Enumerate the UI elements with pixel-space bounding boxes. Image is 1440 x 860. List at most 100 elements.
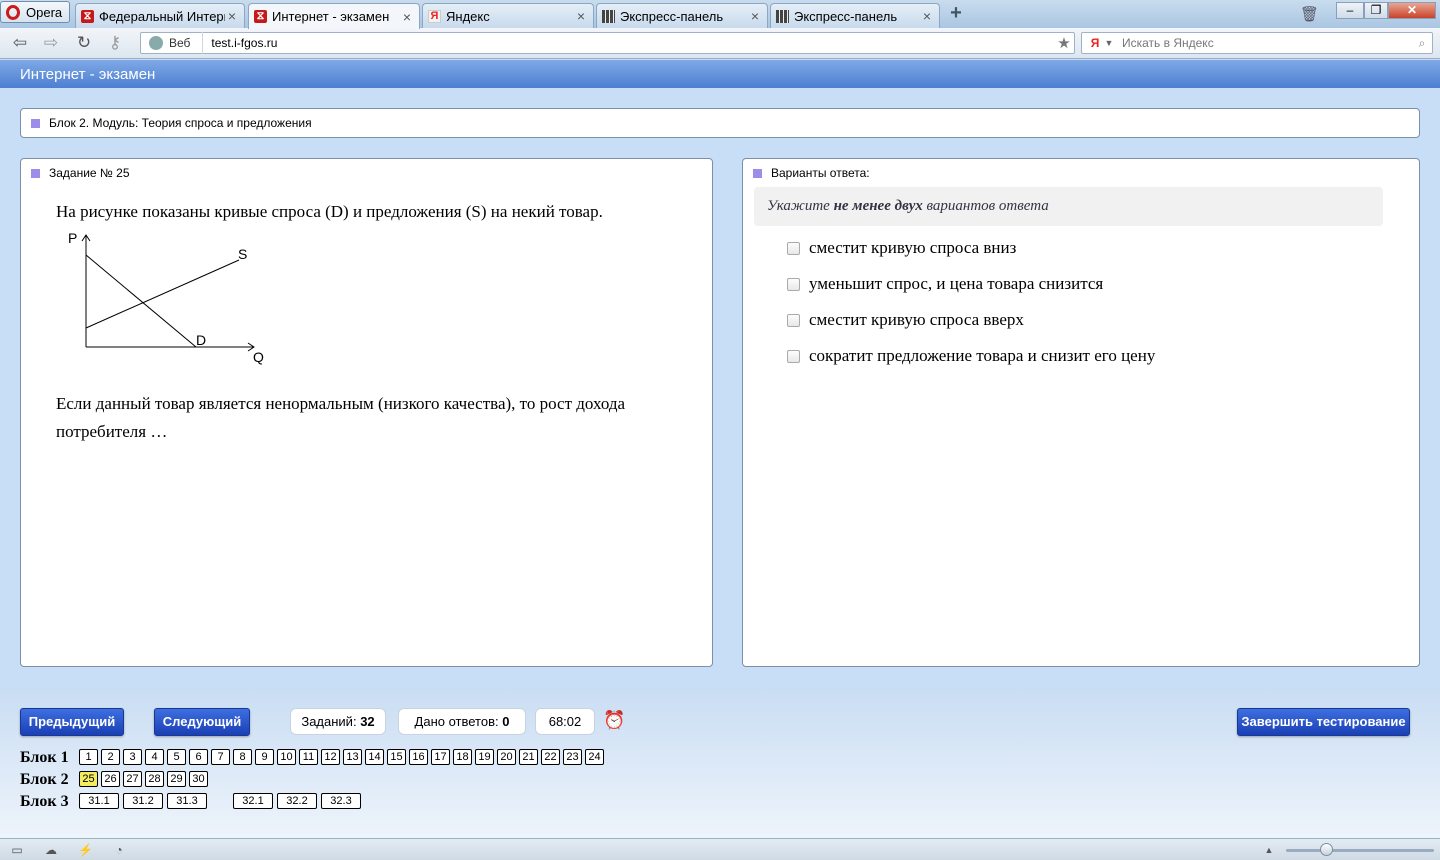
answers-title: Варианты ответа: <box>771 166 870 180</box>
question-number-button[interactable]: 26 <box>101 771 120 787</box>
tab-title: Экспресс-панель <box>620 8 724 24</box>
question-number-button[interactable]: 30 <box>189 771 208 787</box>
answer-option[interactable]: уменьшит спрос, и цена товара снизится <box>787 274 1103 294</box>
tab-close-icon[interactable]: × <box>920 8 934 24</box>
finish-button[interactable]: Завершить тестирование <box>1237 708 1410 736</box>
alarm-clock-icon: ⏰ <box>603 710 626 730</box>
url-text[interactable]: test.i-fgos.ru <box>211 36 1054 50</box>
timer: 68:02 <box>535 708 595 735</box>
tab-close-icon[interactable]: × <box>574 8 588 24</box>
turbo-icon[interactable]: ⚡ <box>78 843 93 857</box>
answer-label: сместит кривую спроса вверх <box>809 310 1024 329</box>
question-number-button[interactable]: 4 <box>145 749 164 765</box>
panel-toggle-icon[interactable]: ▭ <box>10 843 24 857</box>
question-number-button[interactable]: 25 <box>79 771 98 787</box>
zoom-up-icon[interactable]: ▲ <box>1262 843 1276 857</box>
bookmark-star-icon[interactable]: ★ <box>1054 34 1074 52</box>
tab-title: Интернет - экзамен <box>272 9 390 24</box>
tab-fgos[interactable]: ⧖ Федеральный Интерн… × <box>75 3 245 28</box>
answers-panel: Варианты ответа: Укажите не менее двух в… <box>742 158 1420 667</box>
question-number-button[interactable]: 23 <box>563 749 582 765</box>
opera-menu-button[interactable]: Opera <box>0 1 70 23</box>
forward-icon[interactable]: ⇨ <box>40 34 62 52</box>
question-number-button[interactable]: 7 <box>211 749 230 765</box>
speed-dial-icon <box>776 9 789 23</box>
question-number-button[interactable]: 20 <box>497 749 516 765</box>
question-number-button[interactable]: 3 <box>123 749 142 765</box>
question-number-button[interactable]: 18 <box>453 749 472 765</box>
question-number-button[interactable]: 12 <box>321 749 340 765</box>
tab-yandex[interactable]: Я Яндекс × <box>422 3 594 28</box>
question-number-button[interactable]: 6 <box>189 749 208 765</box>
zoom-slider[interactable] <box>1286 849 1434 852</box>
tasks-count: 32 <box>360 714 375 729</box>
question-number-button[interactable]: 31.3 <box>167 793 207 809</box>
new-tab-button[interactable]: + <box>946 3 966 24</box>
question-number-button[interactable]: 9 <box>255 749 274 765</box>
question-number-button[interactable]: 32.3 <box>321 793 361 809</box>
trash-icon[interactable]: 🗑 <box>1300 5 1319 23</box>
prev-button[interactable]: Предыдущий <box>20 708 124 736</box>
question-number-button[interactable]: 2 <box>101 749 120 765</box>
question-number-button[interactable]: 13 <box>343 749 362 765</box>
question-number-button[interactable]: 32.1 <box>233 793 273 809</box>
address-bar[interactable]: Веб test.i-fgos.ru ★ <box>140 32 1075 54</box>
minimize-button[interactable]: – <box>1336 2 1364 19</box>
tab-speed-dial-2[interactable]: Экспресс-панель × <box>770 3 940 28</box>
bullet-icon <box>753 169 762 178</box>
question-number-button[interactable]: 24 <box>585 749 604 765</box>
answered-count: 0 <box>502 714 510 729</box>
close-window-button[interactable]: ✕ <box>1388 2 1436 19</box>
question-number-button[interactable]: 11 <box>299 749 318 765</box>
question-number-button[interactable]: 29 <box>167 771 186 787</box>
demand-curve <box>85 254 197 348</box>
question-number-button[interactable]: 15 <box>387 749 406 765</box>
question-number-button[interactable]: 28 <box>145 771 164 787</box>
supply-demand-graph: P Q S D <box>68 230 264 365</box>
app-title: Интернет - экзамен <box>0 60 1440 88</box>
question-number-button[interactable]: 32.2 <box>277 793 317 809</box>
question-number-button[interactable]: 8 <box>233 749 252 765</box>
answer-checkbox[interactable] <box>787 277 800 291</box>
answer-option[interactable]: сместит кривую спроса вверх <box>787 310 1024 330</box>
search-icon[interactable]: ⌕ <box>1412 36 1432 51</box>
question-number-button[interactable]: 22 <box>541 749 560 765</box>
next-button[interactable]: Следующий <box>154 708 250 736</box>
answer-option[interactable]: сместит кривую спроса вниз <box>787 238 1016 258</box>
tab-close-icon[interactable]: × <box>400 9 414 25</box>
address-scope: Веб <box>169 32 204 54</box>
tab-speed-dial-1[interactable]: Экспресс-панель × <box>596 3 768 28</box>
reload-icon[interactable]: ↻ <box>73 34 95 52</box>
question-number-button[interactable]: 19 <box>475 749 494 765</box>
maximize-button[interactable]: ❐ <box>1364 2 1388 19</box>
fgos-icon: ⧖ <box>81 9 94 23</box>
question-number-button[interactable]: 16 <box>409 749 428 765</box>
hint-bold: не менее двух <box>833 198 923 214</box>
search-input[interactable]: Искать в Яндекс <box>1116 36 1412 50</box>
chevron-down-icon[interactable]: ▼ <box>1102 38 1116 48</box>
question-number-button[interactable]: 17 <box>431 749 450 765</box>
tab-close-icon[interactable]: × <box>225 8 239 24</box>
question-number-button[interactable]: 1 <box>79 749 98 765</box>
tab-exam[interactable]: ⧖ Интернет - экзамен × <box>248 3 420 29</box>
answer-option[interactable]: сократит предложение товара и снизит его… <box>787 346 1155 366</box>
task-question: Если данный товар является ненормальным … <box>56 394 626 441</box>
question-number-button[interactable]: 31.2 <box>123 793 163 809</box>
tab-close-icon[interactable]: × <box>748 8 762 24</box>
question-number-button[interactable]: 14 <box>365 749 384 765</box>
answer-checkbox[interactable] <box>787 313 800 327</box>
tasks-label: Заданий: <box>301 714 357 729</box>
zoom-handle[interactable] <box>1320 843 1333 856</box>
question-number-button[interactable]: 5 <box>167 749 186 765</box>
speed-icon[interactable]: ◔ <box>112 843 126 857</box>
answer-checkbox[interactable] <box>787 349 800 363</box>
question-number-button[interactable]: 10 <box>277 749 296 765</box>
question-number-button[interactable]: 27 <box>123 771 142 787</box>
back-icon[interactable]: ⇦ <box>9 34 31 52</box>
answer-checkbox[interactable] <box>787 241 800 255</box>
question-number-button[interactable]: 31.1 <box>79 793 119 809</box>
search-box[interactable]: Я ▼ Искать в Яндекс ⌕ <box>1081 32 1433 54</box>
key-icon[interactable]: ⚷ <box>104 34 126 52</box>
unite-cloud-icon[interactable]: ☁ <box>44 843 58 857</box>
question-number-button[interactable]: 21 <box>519 749 538 765</box>
